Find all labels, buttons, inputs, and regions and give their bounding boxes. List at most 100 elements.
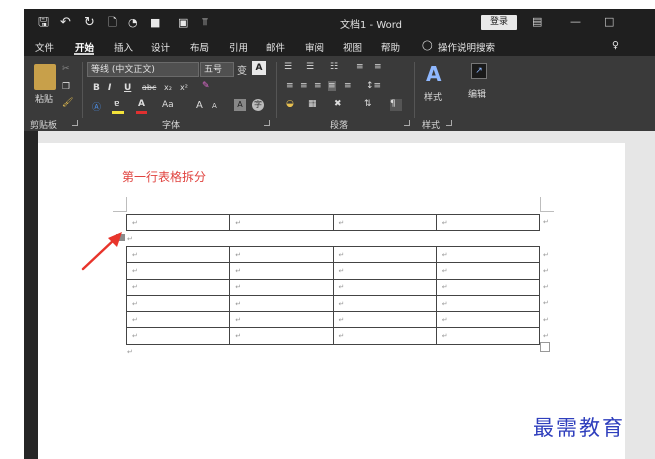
share-icon[interactable]: ♀: [612, 40, 619, 51]
shrink-font-button[interactable]: A: [212, 102, 217, 110]
justify-icon[interactable]: ≡: [328, 81, 336, 91]
text-effects-icon[interactable]: ✎: [202, 81, 210, 91]
login-button[interactable]: 登录: [481, 15, 517, 30]
table-cell[interactable]: ↵: [229, 311, 334, 329]
styles-launcher-icon[interactable]: [446, 120, 452, 126]
font-name-select[interactable]: 等线 (中文正文): [87, 62, 199, 77]
editing-button[interactable]: 编辑: [468, 87, 486, 100]
clipboard-launcher-icon[interactable]: [72, 120, 78, 126]
styles-icon[interactable]: A: [426, 62, 441, 86]
increase-indent-icon[interactable]: ≡: [374, 62, 382, 72]
table-cell[interactable]: ↵: [125, 245, 231, 264]
table-cell[interactable]: ↵: [435, 311, 541, 329]
table-cell[interactable]: ↵: [435, 278, 541, 296]
tab-review[interactable]: 审阅: [305, 40, 324, 54]
table-cell[interactable]: ↵: [125, 311, 231, 329]
superscript-button[interactable]: x²: [180, 83, 188, 92]
table-cell[interactable]: ↵: [332, 245, 437, 264]
find-icon[interactable]: ↗: [471, 63, 487, 79]
align-right-icon[interactable]: ≡: [314, 81, 322, 91]
tab-references[interactable]: 引用: [229, 40, 248, 54]
borders-icon[interactable]: ▦: [308, 99, 317, 109]
bullets-icon[interactable]: ☰: [284, 62, 292, 72]
cut-icon[interactable]: ✂: [62, 64, 70, 74]
open-icon[interactable]: ▣: [178, 15, 188, 31]
table-cell[interactable]: ↵: [125, 278, 231, 296]
table-cell[interactable]: ↵: [125, 294, 231, 313]
table-cell[interactable]: ↵: [332, 214, 437, 231]
line-spacing-icon[interactable]: ↕≡: [366, 81, 381, 91]
new-document-icon[interactable]: 🗋: [108, 15, 117, 31]
styles-button[interactable]: 样式: [424, 90, 442, 103]
strikethrough-button[interactable]: abc: [142, 83, 156, 92]
table-cell[interactable]: ↵: [435, 214, 541, 231]
paste-icon[interactable]: [34, 64, 56, 90]
decrease-indent-icon[interactable]: ≡: [356, 62, 364, 72]
table-cell[interactable]: ↵: [229, 245, 334, 264]
table-cell[interactable]: ↵: [125, 214, 231, 231]
minimize-icon[interactable]: —: [570, 15, 581, 28]
table-cell[interactable]: ↵: [229, 327, 334, 345]
tab-design[interactable]: 设计: [151, 40, 170, 54]
table-cell[interactable]: ↵: [332, 294, 437, 313]
tab-view[interactable]: 视图: [343, 40, 362, 54]
show-marks-icon[interactable]: ¶: [390, 99, 402, 111]
paragraph-mark[interactable]: ↵: [127, 349, 133, 356]
redo-icon[interactable]: ↻: [84, 15, 95, 31]
document-heading[interactable]: 第一行表格拆分: [122, 168, 206, 185]
paste-label[interactable]: 粘贴: [35, 92, 53, 105]
ribbon-display-options-icon[interactable]: ▤: [532, 15, 542, 28]
copy-icon[interactable]: ❐: [62, 82, 70, 92]
change-case-button[interactable]: Aa: [162, 100, 174, 110]
underline-button[interactable]: U: [124, 83, 131, 93]
table-cell[interactable]: ↵: [435, 294, 541, 313]
tab-layout[interactable]: 布局: [190, 40, 209, 54]
tab-insert[interactable]: 插入: [114, 40, 133, 54]
undo-icon[interactable]: ↶: [60, 15, 71, 31]
text-effects-outline-icon[interactable]: Ⓐ: [92, 100, 101, 113]
maximize-icon[interactable]: □: [604, 15, 614, 28]
align-center-icon[interactable]: ≡: [300, 81, 308, 91]
save-icon[interactable]: 🖫: [38, 15, 49, 31]
clear-formatting-icon[interactable]: A: [252, 61, 266, 75]
distributed-icon[interactable]: ≡: [344, 81, 352, 91]
enclose-characters-icon[interactable]: 字: [252, 99, 264, 111]
table-cell[interactable]: ↵: [435, 245, 541, 264]
font-size-select[interactable]: 五号: [200, 62, 234, 77]
italic-button[interactable]: I: [108, 83, 111, 93]
character-shading-icon[interactable]: A: [234, 99, 246, 111]
table-cell[interactable]: ↵: [332, 311, 437, 329]
table-cell[interactable]: ↵: [229, 262, 334, 280]
grow-font-button[interactable]: A: [196, 100, 203, 111]
font-launcher-icon[interactable]: [264, 120, 270, 126]
table-cell[interactable]: ↵: [125, 327, 231, 345]
chinese-layout-icon[interactable]: ✖: [334, 99, 342, 109]
tab-mailings[interactable]: 邮件: [266, 40, 285, 54]
numbering-icon[interactable]: ☰: [306, 62, 314, 72]
highlight-color-icon[interactable]: ɐ: [114, 99, 119, 109]
touch-mode-icon[interactable]: ◔: [128, 15, 138, 31]
table-cell[interactable]: ↵: [435, 262, 541, 280]
table-resize-handle[interactable]: [540, 342, 550, 352]
tab-help[interactable]: 帮助: [381, 40, 400, 54]
table-cell[interactable]: ↵: [229, 214, 334, 231]
multilevel-list-icon[interactable]: ☷: [330, 62, 338, 72]
table-cell[interactable]: ↵: [125, 262, 231, 280]
shading-icon[interactable]: ◒: [286, 99, 294, 109]
table-cell[interactable]: ↵: [229, 278, 334, 296]
table-cell[interactable]: ↵: [229, 294, 334, 313]
print-preview-icon[interactable]: ■: [150, 15, 160, 31]
format-painter-icon[interactable]: 🖌: [62, 98, 73, 108]
tab-home[interactable]: 开始: [75, 40, 94, 54]
table-cell[interactable]: ↵: [332, 327, 437, 345]
bold-button[interactable]: B: [93, 83, 100, 93]
table-cell[interactable]: ↵: [332, 278, 437, 296]
tell-me-search[interactable]: 操作说明搜索: [438, 40, 495, 54]
tab-file[interactable]: 文件: [35, 40, 54, 54]
subscript-button[interactable]: x₂: [164, 83, 172, 92]
remaining-table[interactable]: ↵ ↵ ↵ ↵ ↵ ↵ ↵ ↵ ↵ ↵ ↵ ↵ ↵ ↵ ↵ ↵ ↵ ↵ ↵ ↵ …: [125, 245, 541, 345]
customize-toolbar-icon[interactable]: ⫪: [202, 15, 208, 31]
split-first-row-table[interactable]: ↵ ↵ ↵ ↵: [125, 214, 541, 231]
align-left-icon[interactable]: ≡: [286, 81, 294, 91]
phonetic-guide-icon[interactable]: 变: [237, 62, 247, 77]
